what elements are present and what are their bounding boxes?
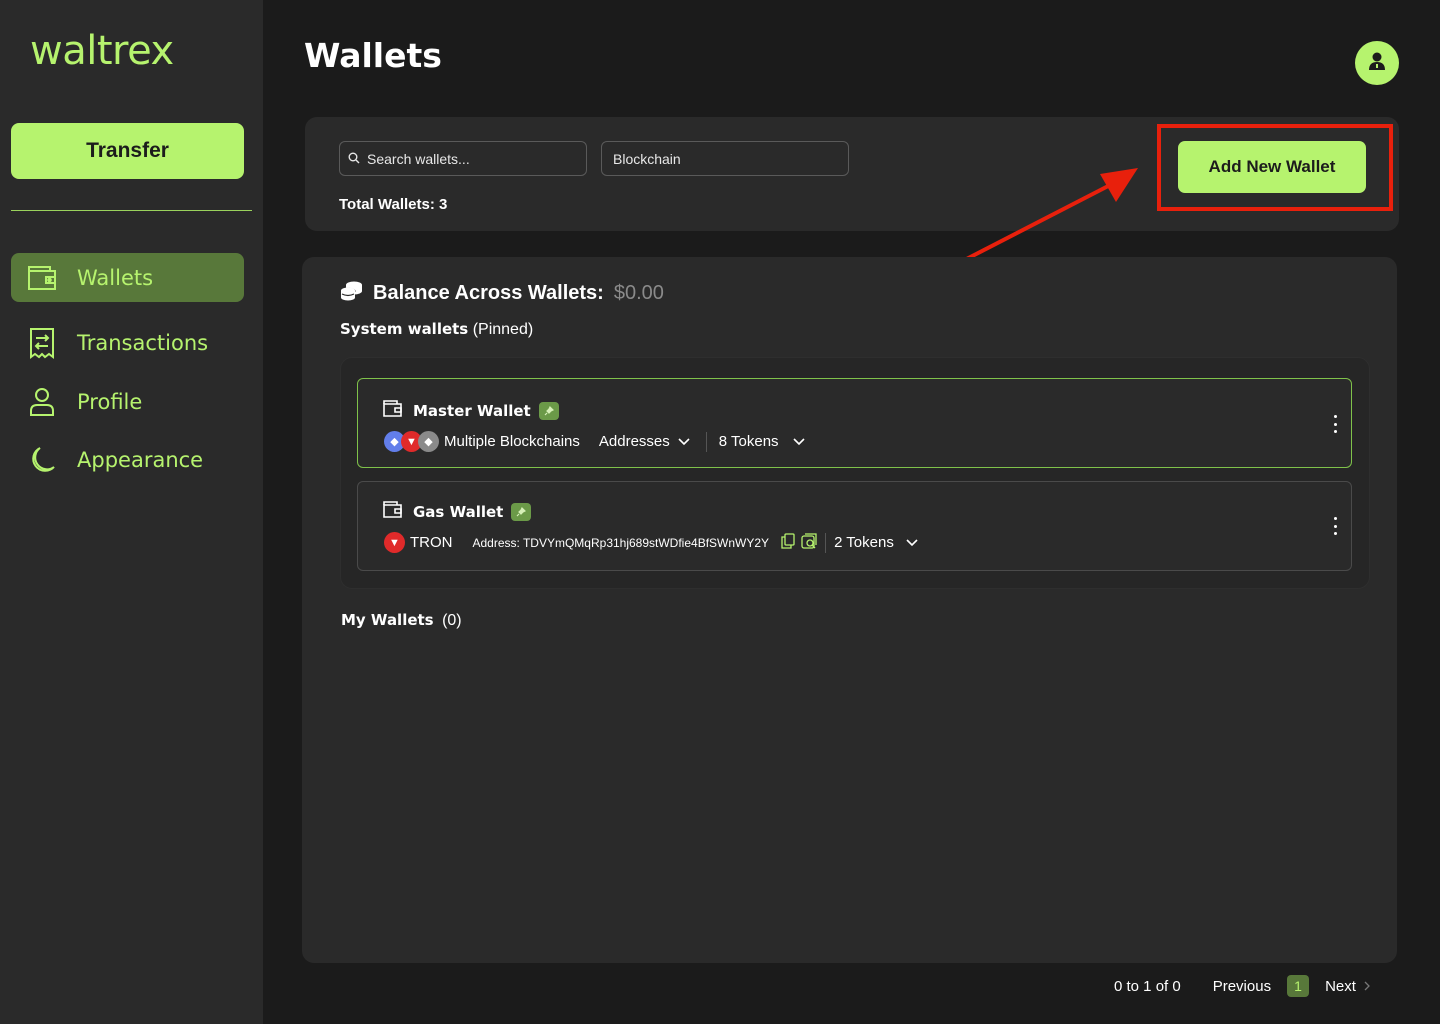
addresses-label: Addresses (598, 433, 670, 450)
sidebar-item-transactions[interactable]: Transactions (11, 318, 244, 367)
transfer-button[interactable]: Transfer (11, 123, 244, 179)
sidebar-item-label: Profile (77, 389, 143, 414)
avatar-button[interactable] (1355, 41, 1399, 85)
wallet-icon (25, 261, 59, 295)
sidebar: waltrex Transfer Wallets Transactions Pr… (0, 0, 263, 1024)
my-wallets-title: My Wallets (0) (341, 611, 462, 630)
more-options-icon[interactable] (1331, 415, 1339, 433)
sidebar-item-label: Wallets (77, 265, 154, 290)
more-options-icon[interactable] (1331, 517, 1339, 535)
user-icon (1368, 51, 1386, 76)
my-wallets-count: (0) (442, 612, 462, 629)
divider (825, 532, 827, 553)
next-button[interactable]: Next (1325, 978, 1370, 995)
sidebar-item-wallets[interactable]: Wallets (11, 253, 244, 302)
chevron-down-icon (898, 534, 918, 551)
tokens-dropdown[interactable]: 8 Tokens (719, 433, 805, 450)
search-placeholder: Search wallets... (367, 150, 470, 167)
tokens-dropdown[interactable]: 2 Tokens (834, 534, 918, 551)
ethereum-classic-icon: ◆ (418, 431, 439, 452)
sidebar-item-profile[interactable]: Profile (11, 377, 244, 426)
receipt-icon (25, 326, 59, 360)
copy-icon[interactable] (781, 532, 795, 553)
wallet-icon (382, 500, 403, 524)
moon-icon (25, 443, 59, 477)
chain-name: TRON (410, 534, 453, 551)
app-logo: waltrex (30, 28, 174, 74)
system-wallets-suffix: (Pinned) (472, 321, 534, 338)
user-icon (25, 385, 59, 419)
chains-label: Multiple Blockchains (444, 433, 580, 450)
tokens-label: 2 Tokens (834, 534, 894, 551)
annotation-highlight-box (1157, 124, 1393, 211)
sidebar-divider (11, 210, 252, 211)
wallet-name: Gas Wallet (413, 503, 504, 521)
system-wallet-list: Master Wallet ◆ ▼ ◆ Multiple Blockchains… (340, 357, 1370, 589)
sidebar-item-label: Appearance (77, 447, 204, 472)
sidebar-item-label: Transactions (77, 330, 209, 355)
balance-label: Balance Across Wallets: (373, 282, 604, 304)
chevron-down-icon (670, 433, 690, 450)
wallet-name: Master Wallet (413, 402, 531, 420)
pagination: 0 to 1 of 0 Previous 1 Next (1114, 974, 1370, 998)
tron-icon: ▼ (384, 532, 405, 553)
sidebar-item-appearance[interactable]: Appearance (11, 435, 244, 484)
divider (705, 431, 707, 452)
chevron-right-icon (1356, 978, 1370, 995)
previous-button[interactable]: Previous (1213, 978, 1271, 995)
system-wallets-title: System wallets (Pinned) (340, 320, 533, 339)
wallet-card-master[interactable]: Master Wallet ◆ ▼ ◆ Multiple Blockchains… (357, 378, 1352, 468)
my-wallets-label: My Wallets (341, 611, 434, 629)
wallet-card-gas[interactable]: Gas Wallet ▼ TRON Address: TDVYmQMqRp31h… (357, 481, 1352, 571)
wallet-address: Address: TDVYmQMqRp31hj689stWDfie4BfSWnW… (472, 535, 770, 550)
wallet-icon (382, 399, 403, 423)
pin-icon (538, 402, 559, 420)
tokens-label: 8 Tokens (718, 433, 779, 450)
blockchain-select[interactable]: Blockchain (601, 141, 849, 176)
chevron-down-icon (785, 433, 805, 450)
search-input[interactable]: Search wallets... (339, 141, 587, 176)
addresses-dropdown[interactable]: Addresses (599, 433, 690, 450)
qr-copy-icon[interactable] (801, 532, 817, 553)
next-label: Next (1325, 977, 1356, 995)
page-range: 0 to 1 of 0 (1114, 977, 1181, 995)
search-icon (348, 151, 367, 167)
balance-value: $0.00 (613, 282, 664, 304)
coins-icon (340, 281, 363, 306)
system-wallets-label: System wallets (340, 320, 469, 338)
total-wallets-count: Total Wallets: 3 (339, 196, 448, 213)
wallets-panel: Balance Across Wallets: $0.00 System wal… (302, 257, 1397, 963)
balance-row: Balance Across Wallets: $0.00 (340, 281, 664, 306)
page-number-button[interactable]: 1 (1287, 975, 1310, 997)
pin-icon (511, 503, 532, 521)
page-title: Wallets (304, 36, 442, 75)
